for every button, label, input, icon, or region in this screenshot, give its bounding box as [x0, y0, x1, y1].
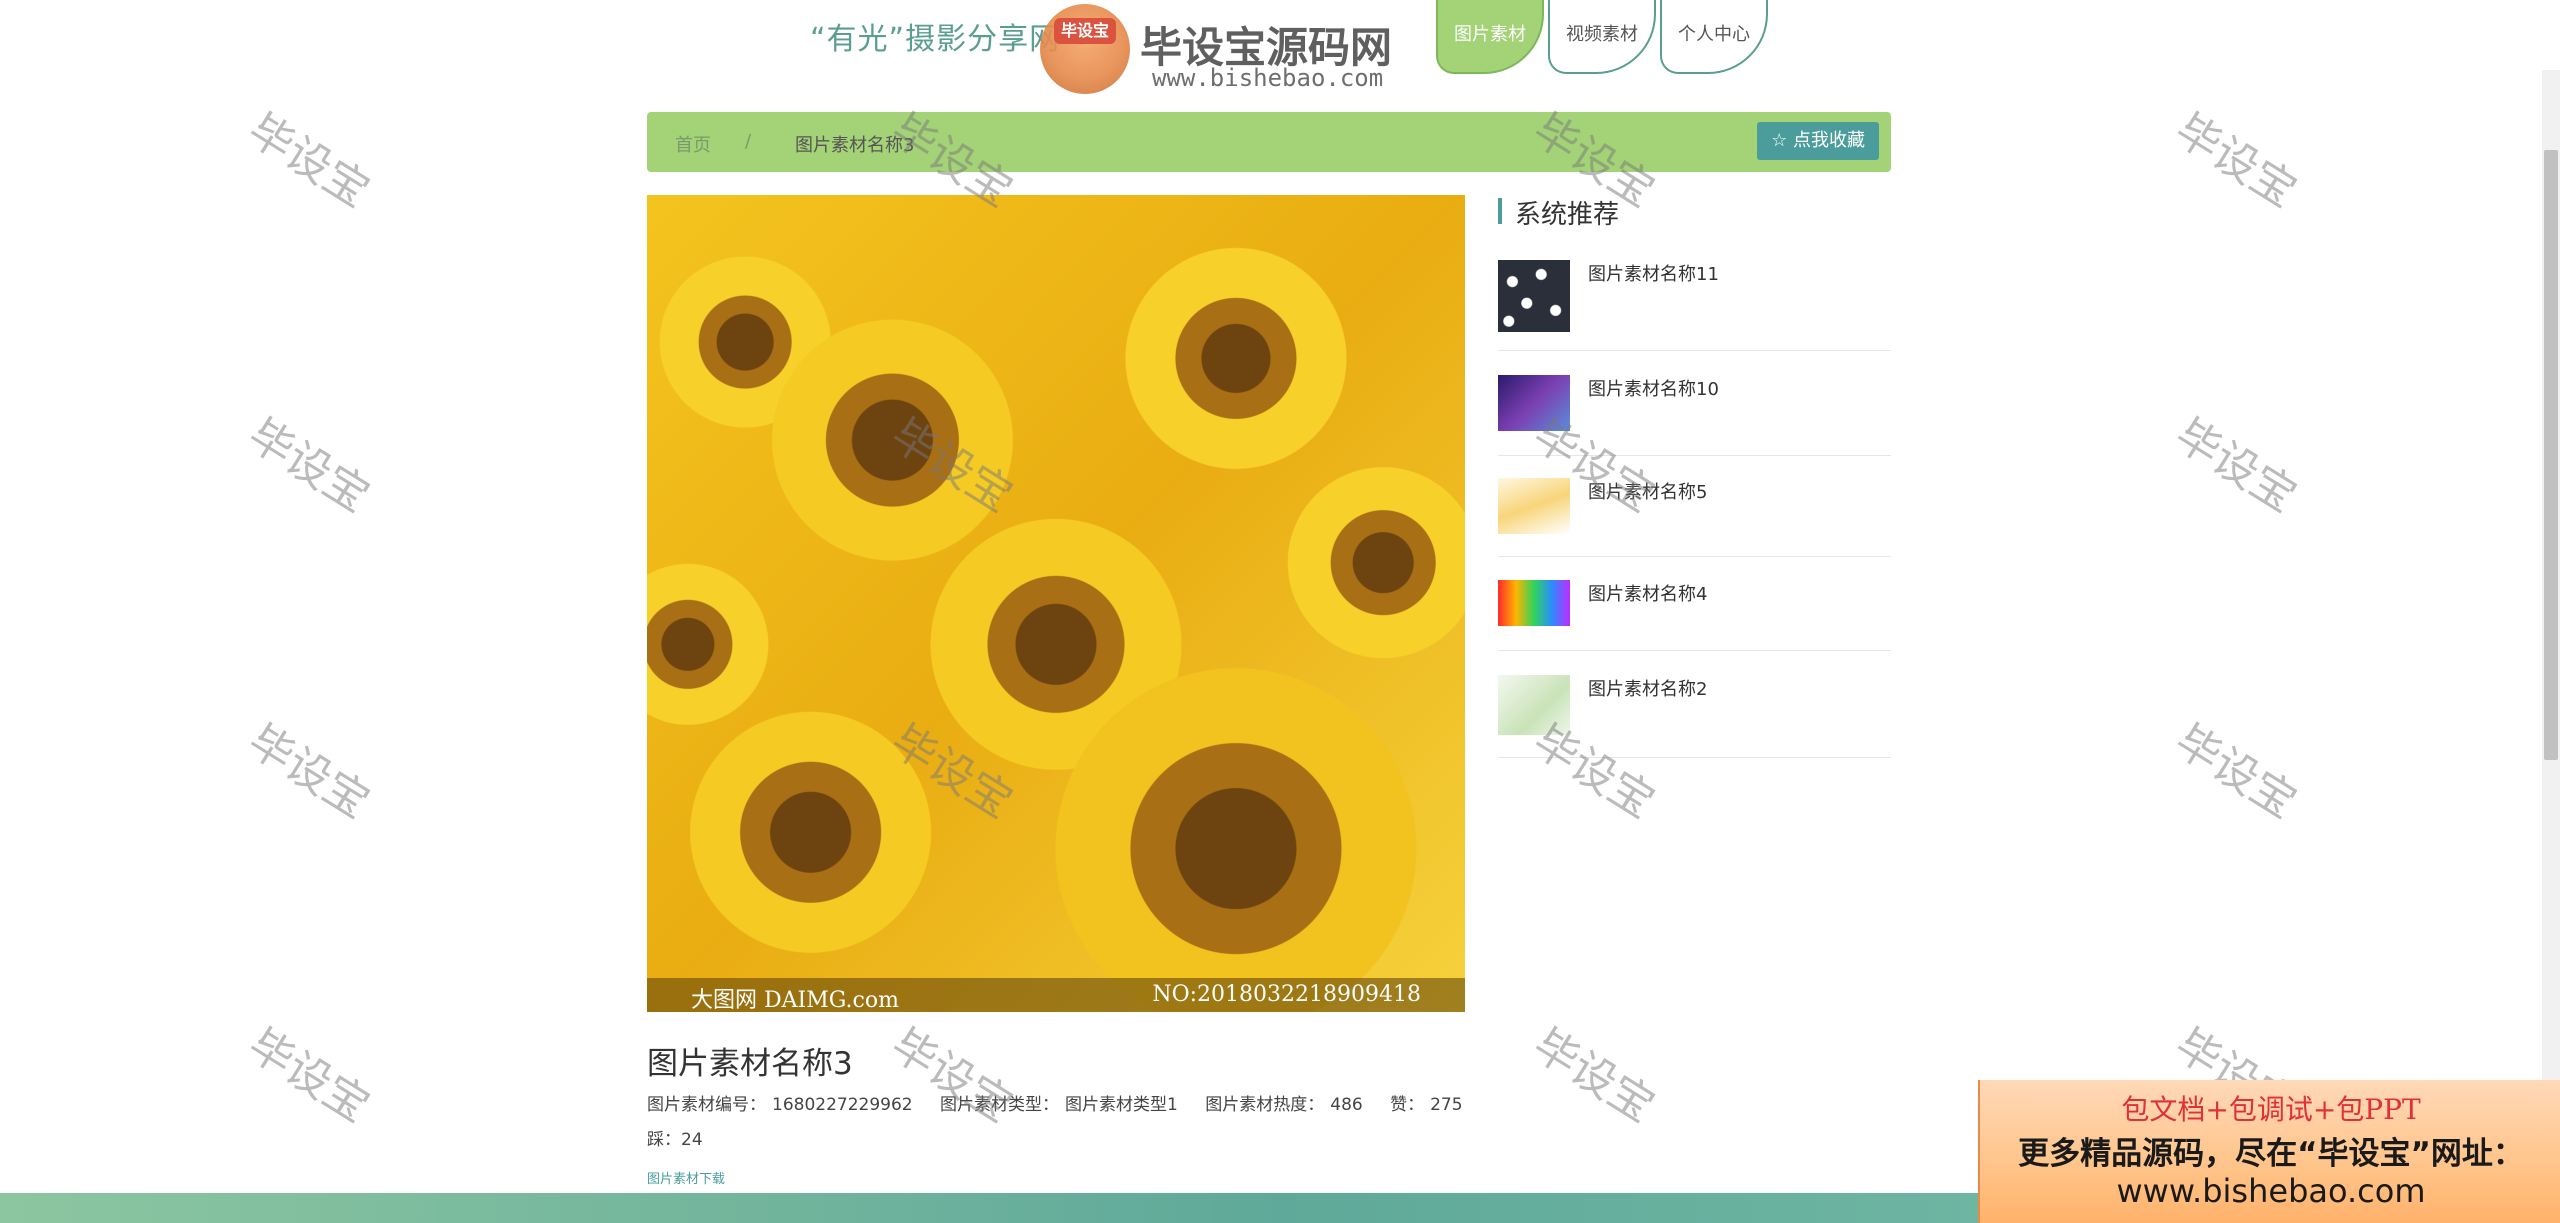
watermark-text: 毕设宝	[239, 104, 379, 218]
watermark-url: www.bishebao.com	[1152, 64, 1384, 92]
code-value: 1680227229962	[772, 1095, 913, 1115]
nav-tab-personal-center[interactable]: 个人中心	[1660, 0, 1768, 74]
recommend-thumbnail	[1498, 478, 1570, 534]
recommend-item[interactable]: 图片素材名称5	[1498, 478, 1891, 557]
scrollbar-thumb[interactable]	[2544, 150, 2558, 760]
watermark-text: 毕设宝	[882, 1019, 1022, 1133]
sidebar-title-accent	[1498, 198, 1502, 224]
dislike-value: 24	[681, 1130, 703, 1150]
image-caption-left: 大图网 DAIMG.com	[691, 988, 899, 1012]
recommend-thumbnail	[1498, 675, 1570, 735]
watermark-text: 毕设宝	[2166, 104, 2306, 218]
download-link[interactable]: 图片素材下载	[647, 1168, 725, 1187]
recommend-divider	[1498, 650, 1891, 651]
watermark-text: 毕设宝	[1524, 1019, 1664, 1133]
recommend-thumbnail	[1498, 580, 1570, 626]
recommend-item[interactable]: 图片素材名称4	[1498, 580, 1891, 651]
recommend-item-label: 图片素材名称4	[1588, 584, 1708, 605]
recommend-item-label: 图片素材名称10	[1588, 379, 1719, 400]
recommend-divider	[1498, 556, 1891, 557]
watermark-text: 毕设宝	[239, 1019, 379, 1133]
watermark-text: 毕设宝	[2166, 715, 2306, 829]
material-meta: 图片素材编号： 1680227229962 图片素材类型： 图片素材类型1 图片素材…	[647, 1090, 1469, 1115]
breadcrumb-current: 图片素材名称3	[795, 135, 915, 156]
nav-tab-image-material[interactable]: 图片素材	[1436, 0, 1544, 74]
code-label: 图片素材编号：	[647, 1095, 766, 1115]
recommend-divider	[1498, 350, 1891, 351]
breadcrumb-separator: /	[745, 131, 752, 152]
recommend-item-label: 图片素材名称11	[1588, 264, 1719, 285]
promo-line-2: 更多精品源码，尽在“毕设宝”网址：	[2018, 1136, 2524, 1172]
type-value: 图片素材类型1	[1065, 1095, 1178, 1115]
material-image: 大图网 DAIMG.com NO:2018032218909418	[647, 195, 1465, 1012]
dislike-label: 踩：	[647, 1130, 681, 1150]
like-value: 275	[1430, 1095, 1463, 1115]
material-meta-2: 踩：24	[647, 1125, 703, 1150]
recommend-item-label: 图片素材名称5	[1588, 482, 1708, 503]
like-label: 赞：	[1390, 1095, 1425, 1115]
watermark-text: 毕设宝	[239, 409, 379, 523]
page-scrollbar[interactable]	[2542, 70, 2560, 1190]
recommend-item[interactable]: 图片素材名称10	[1498, 375, 1891, 456]
recommend-item-label: 图片素材名称2	[1588, 679, 1708, 700]
promo-url: www.bishebao.com	[2116, 1172, 2426, 1210]
promo-line-1: 包文档+包调试+包PPT	[2121, 1093, 2421, 1126]
heat-label: 图片素材热度：	[1205, 1095, 1325, 1115]
type-label: 图片素材类型：	[940, 1095, 1060, 1115]
recommend-divider	[1498, 455, 1891, 456]
recommend-divider	[1498, 757, 1891, 758]
recommend-thumbnail	[1498, 375, 1570, 431]
recommend-item[interactable]: 图片素材名称11	[1498, 260, 1891, 351]
recommend-thumbnail	[1498, 260, 1570, 332]
watermark-logo: 毕设宝 毕设宝源码网 www.bishebao.com	[1040, 4, 1410, 94]
nav-tab-video-material[interactable]: 视频素材	[1548, 0, 1656, 74]
image-caption-bar: 大图网 DAIMG.com NO:2018032218909418	[647, 978, 1465, 1012]
watermark-text: 毕设宝	[2166, 409, 2306, 523]
watermark-text: 毕设宝	[239, 715, 379, 829]
watermark-badge: 毕设宝	[1054, 18, 1116, 44]
material-title: 图片素材名称3	[647, 1046, 853, 1082]
image-caption-right: NO:2018032218909418	[1152, 982, 1421, 1007]
sidebar-title: 系统推荐	[1515, 200, 1620, 230]
favorite-button[interactable]: ☆ 点我收藏	[1757, 122, 1879, 160]
site-title: “有光”摄影分享网	[810, 22, 1061, 57]
heat-value: 486	[1330, 1095, 1363, 1115]
breadcrumb: 首页 / 图片素材名称3 ☆ 点我收藏	[647, 112, 1891, 172]
recommend-item[interactable]: 图片素材名称2	[1498, 675, 1891, 758]
promo-ad[interactable]: 包文档+包调试+包PPT 更多精品源码，尽在“毕设宝”网址： www.bishe…	[1978, 1080, 2560, 1223]
breadcrumb-home-link[interactable]: 首页	[675, 131, 711, 157]
